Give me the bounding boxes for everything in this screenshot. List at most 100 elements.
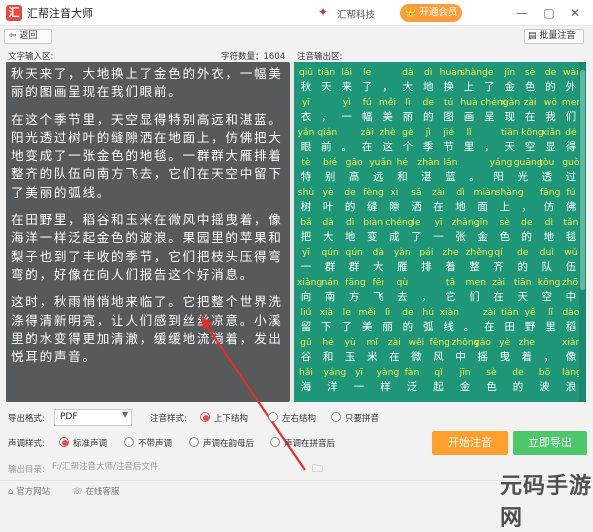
hanzi-char: 金: [459, 381, 471, 393]
pinyin-syllable: xiàng: [561, 337, 586, 348]
tone-radio-after-final[interactable]: [189, 437, 199, 447]
hanzi-row: 衣 ， 一幅美丽的图画呈现在我们: [297, 110, 580, 125]
hanzi-char: 大: [402, 81, 414, 93]
hanzi-char: 得: [565, 141, 577, 153]
pinyin-syllable: qù: [396, 277, 409, 288]
app-title: 汇帮注音大师: [27, 7, 93, 20]
pinyin-syllable: huà: [460, 97, 478, 108]
website-link[interactable]: ⌂ 官方网站: [8, 485, 50, 497]
pinyin-syllable: hé: [396, 157, 409, 168]
hanzi-char: 向: [300, 291, 312, 303]
tone-radio-standard[interactable]: [59, 437, 69, 447]
pinyin-syllable: yáng: [323, 367, 347, 378]
hanzi-char: 群: [348, 261, 360, 273]
hanzi-char: 着: [521, 351, 533, 363]
pinyin-syllable: tiān: [317, 67, 336, 78]
pinyin-syllable: lì: [384, 307, 391, 318]
pinyin-syllable: fǎng: [539, 187, 561, 198]
output-dir-input[interactable]: F:/汇帮注音大师/注音后文件: [52, 460, 308, 475]
hanzi-char: 留: [300, 321, 312, 333]
hanzi-char: 光: [517, 171, 528, 183]
close-button[interactable]: ✕: [566, 4, 584, 22]
tone-option[interactable]: 声调在拼音后: [284, 437, 335, 449]
tone-radio-after-pinyin[interactable]: [270, 437, 280, 447]
pinyin-style-radio-pinyin-only[interactable]: [331, 412, 341, 422]
chat-icon: ☏: [72, 487, 83, 497]
start-pinyin-button[interactable]: 开始注音: [432, 431, 508, 455]
pinyin-style-option[interactable]: 上下结构: [214, 412, 248, 424]
folder-icon[interactable]: 🗀: [312, 460, 323, 479]
hanzi-char: 飞: [372, 291, 384, 303]
pinyin-syllable: gǔ: [300, 337, 312, 348]
hanzi-char: 中: [565, 291, 577, 303]
pinyin-syllable: yuǎn: [369, 157, 392, 168]
hanzi-char: 别: [324, 171, 336, 183]
pinyin-syllable: lái: [341, 67, 353, 78]
hanzi-char: 泛: [406, 381, 418, 393]
pinyin-syllable: dì: [424, 67, 433, 78]
hanzi-char: 排: [421, 261, 432, 273]
text-input-area[interactable]: 秋天来了，大地换上了金色的外衣，一幅美丽的图画呈现在我们眼前。 在这个季节里，天…: [6, 62, 290, 402]
tone-option[interactable]: 标准声调: [73, 437, 107, 449]
pinyin-style-radio-top-bottom[interactable]: [200, 412, 210, 422]
home-icon: ⌂: [8, 487, 14, 497]
hanzi-row: 树叶的缝隙洒在地面上 ， 仿佛: [297, 200, 580, 215]
tone-radio-none[interactable]: [124, 437, 134, 447]
pinyin-style-option[interactable]: 左右结构: [282, 412, 316, 424]
hanzi-char: 湛: [421, 171, 432, 183]
export-now-button[interactable]: 立即导出: [513, 431, 587, 455]
pinyin-syllable: chéng: [385, 217, 414, 228]
hanzi-row: 向南方飞 去 ， 它 们 在 天 空中: [297, 290, 580, 305]
output-scrollbar-thumb[interactable]: [580, 70, 585, 290]
hanzi-char: 树: [300, 201, 312, 213]
hanzi-char: 天: [321, 81, 332, 93]
pinyin-syllable: měi: [358, 307, 376, 318]
hanzi-char: 浪: [565, 381, 577, 393]
hanzi-char: 呈: [484, 111, 495, 123]
pinyin-syllable: jīn: [477, 217, 489, 228]
hanzi-char: 线: [443, 321, 454, 333]
hanzi-char: 稻: [565, 321, 577, 333]
tone-style-label: 声调样式:: [8, 439, 45, 449]
pinyin-style-option[interactable]: 只要拼音: [345, 412, 379, 424]
pinyin-syllable: yáng: [489, 157, 513, 168]
hanzi-char: 了: [411, 231, 422, 243]
pinyin-row: bǎ dà dì biàn chéng le yī zhāng jīn sè de dì tǎn: [297, 215, 580, 230]
batch-pinyin-button[interactable]: ▤ 批量注音: [524, 29, 584, 44]
hanzi-char: 色: [524, 81, 536, 93]
hanzi-char: 来: [341, 81, 353, 93]
pinyin-syllable: yè: [322, 187, 334, 198]
hanzi-char: 衣: [300, 111, 312, 123]
hanzi-char: 整: [469, 261, 480, 273]
hanzi-char: 们: [565, 111, 577, 123]
hanzi-char: 大: [372, 261, 384, 273]
export-format-select[interactable]: PDF: [54, 409, 132, 426]
tone-option[interactable]: 不带声调: [138, 437, 172, 449]
hanzi-char: 节: [443, 141, 454, 153]
chevron-down-icon: ▼: [122, 410, 129, 419]
hanzi-char: 的: [545, 81, 556, 93]
hanzi-char: 天: [504, 141, 516, 153]
hanzi-char: 米: [366, 351, 378, 363]
pinyin-output-rows: qiū tiān lái le dà dì huàn shàng le jīn sè de wài 秋天来…: [297, 65, 586, 395]
pinyin-output-area[interactable]: qiū tiān lái le dà dì huàn shàng le jīn sè de wài 秋天来…: [294, 62, 586, 402]
hanzi-char: 的: [517, 261, 528, 273]
pinyin-syllable: zhěng: [465, 247, 494, 258]
tone-option[interactable]: 声调在韵母后: [203, 437, 254, 449]
hanzi-char: 们: [469, 291, 480, 303]
pinyin-syllable: [379, 65, 397, 80]
pinyin-syllable: [466, 155, 484, 170]
hanzi-char: 地: [455, 201, 466, 213]
hanzi-char: 隙: [389, 201, 400, 213]
hanzi-char: 这: [382, 141, 393, 153]
back-button[interactable]: ⇦ 返回: [4, 29, 52, 44]
pinyin-syllable: lì: [405, 97, 411, 108]
minimize-button[interactable]: —: [513, 4, 531, 22]
pinyin-style-radio-left-right[interactable]: [268, 412, 278, 422]
support-link[interactable]: ☏ 在线客服: [72, 485, 119, 497]
pinyin-syllable: yáo: [474, 337, 491, 348]
hanzi-char: 洒: [411, 201, 422, 213]
pinyin-syllable: le: [412, 217, 421, 228]
vip-button[interactable]: 👑 开通会员: [400, 4, 462, 22]
maximize-button[interactable]: ▢: [540, 4, 558, 22]
